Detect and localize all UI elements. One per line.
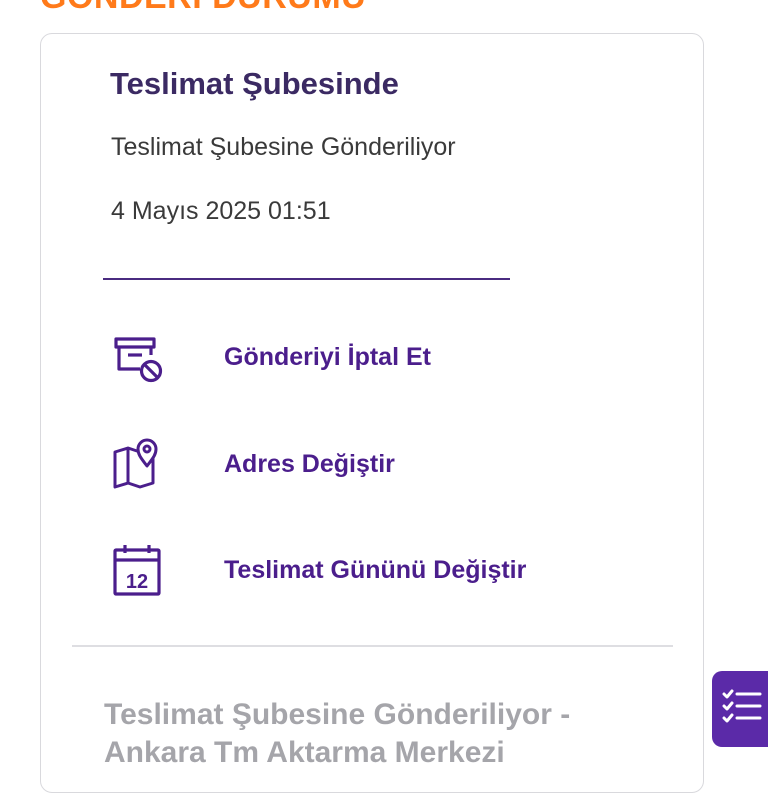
cancel-shipment-icon <box>110 322 180 392</box>
calendar-icon-day: 12 <box>126 571 148 593</box>
change-address-label: Adres Değiştir <box>224 449 395 478</box>
section-divider <box>72 645 673 647</box>
status-date: 4 Mayıs 2025 01:51 <box>111 197 331 225</box>
status-divider <box>103 278 510 280</box>
status-title: Teslimat Şubesinde <box>110 66 399 101</box>
change-address-button[interactable]: Adres Değiştir <box>110 429 630 499</box>
cancel-shipment-button[interactable]: Gönderiyi İptal Et <box>110 322 630 392</box>
status-subtitle: Teslimat Şubesine Gönderiliyor <box>111 133 456 161</box>
checklist-icon <box>722 687 762 732</box>
change-delivery-day-label: Teslimat Gününü Değiştir <box>224 555 527 584</box>
map-pin-icon <box>110 429 180 499</box>
checklist-fab-button[interactable] <box>712 671 768 747</box>
calendar-icon: 12 <box>110 535 180 605</box>
section-heading: GÖNDERİ DURUMU <box>40 0 366 17</box>
change-delivery-day-button[interactable]: 12 Teslimat Gününü Değiştir <box>110 535 630 605</box>
cancel-shipment-label: Gönderiyi İptal Et <box>224 342 431 371</box>
history-entry: Teslimat Şubesine Gönderiliyor - Ankara … <box>104 698 571 769</box>
